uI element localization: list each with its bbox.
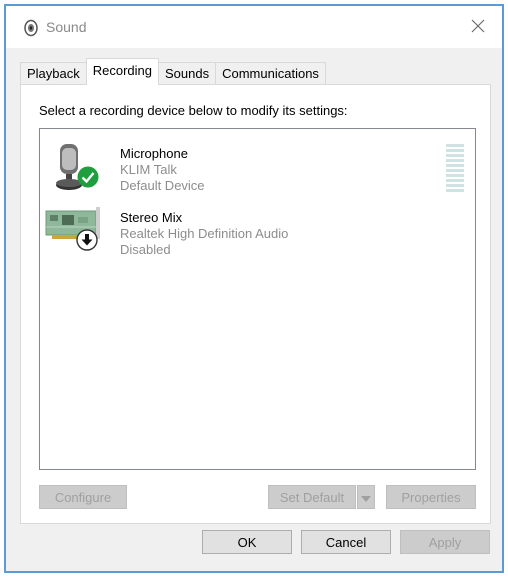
configure-button[interactable]: Configure	[39, 485, 127, 509]
device-microphone[interactable]: Microphone KLIM Talk Default Device	[40, 135, 475, 199]
device-description: Realtek High Definition Audio	[120, 226, 289, 241]
device-name: Microphone	[120, 146, 188, 161]
set-default-dropdown[interactable]	[357, 485, 375, 509]
instruction-text: Select a recording device below to modif…	[39, 103, 348, 118]
disabled-arrow-icon	[76, 229, 98, 254]
close-button[interactable]	[464, 14, 492, 40]
device-stereo-mix[interactable]: Stereo Mix Realtek High Definition Audio…	[40, 199, 475, 263]
tab-communications[interactable]: Communications	[215, 62, 326, 85]
chevron-down-icon	[361, 490, 371, 505]
ok-button[interactable]: OK	[202, 530, 292, 554]
device-status: Default Device	[120, 178, 205, 193]
properties-button[interactable]: Properties	[386, 485, 476, 509]
level-meter	[446, 144, 464, 194]
device-status: Disabled	[120, 242, 171, 257]
window-title: Sound	[46, 19, 87, 35]
tab-recording[interactable]: Recording	[85, 58, 160, 85]
tab-sounds[interactable]: Sounds	[158, 62, 217, 85]
close-icon	[471, 19, 485, 36]
apply-button[interactable]: Apply	[400, 530, 490, 554]
default-check-icon	[77, 166, 99, 191]
device-description: KLIM Talk	[120, 162, 177, 177]
recording-panel: Select a recording device below to modif…	[20, 84, 491, 524]
sound-dialog: Sound Playback Recording Sounds Communic…	[4, 4, 504, 573]
set-default-button[interactable]: Set Default	[268, 485, 356, 509]
title-bar: Sound	[6, 6, 502, 48]
tab-playback[interactable]: Playback	[20, 62, 87, 85]
speaker-icon	[22, 19, 40, 37]
device-name: Stereo Mix	[120, 210, 183, 225]
tab-strip: Playback Recording Sounds Communications	[20, 58, 326, 85]
cancel-button[interactable]: Cancel	[301, 530, 391, 554]
device-list[interactable]: Microphone KLIM Talk Default Device Ster…	[39, 128, 476, 470]
